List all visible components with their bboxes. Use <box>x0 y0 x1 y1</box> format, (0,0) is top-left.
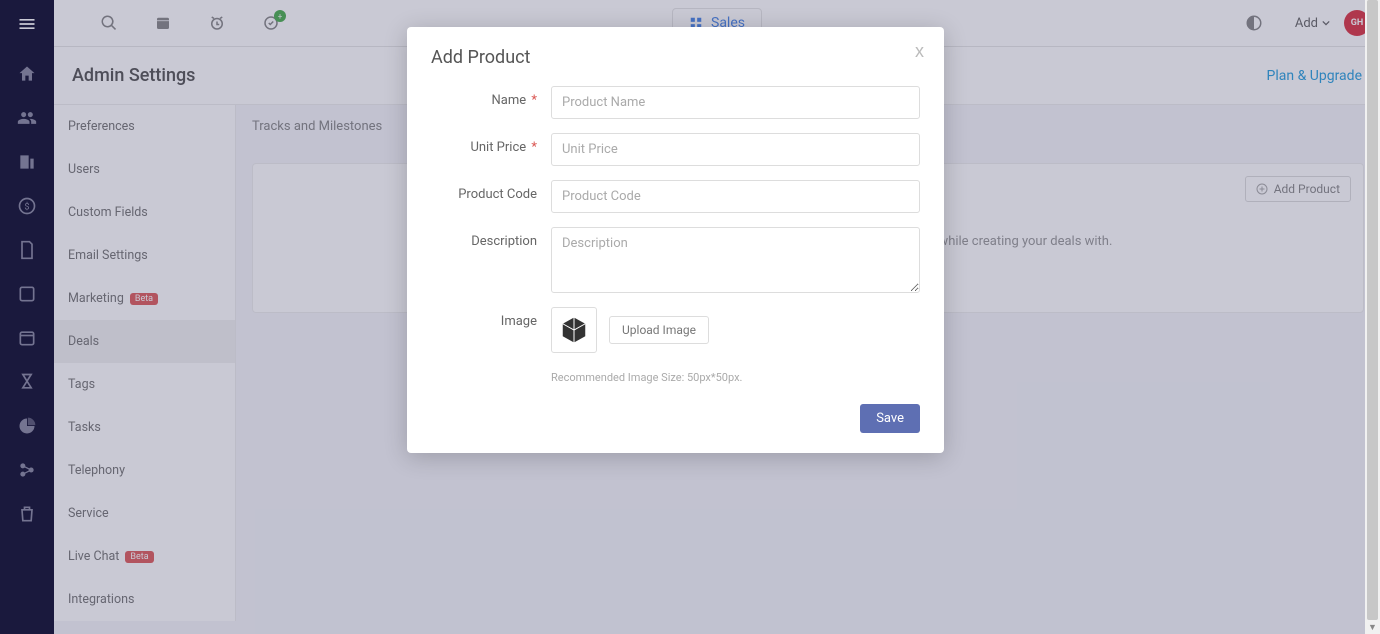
scrollbar[interactable]: ▼ <box>1365 0 1380 634</box>
name-input[interactable] <box>551 86 920 119</box>
unit-price-input[interactable] <box>551 133 920 166</box>
price-label: Unit Price * <box>431 133 551 155</box>
upload-image-button[interactable]: Upload Image <box>609 316 709 344</box>
code-label: Product Code <box>431 180 551 202</box>
product-code-input[interactable] <box>551 180 920 213</box>
image-note: Recommended Image Size: 50px*50px. <box>551 371 920 384</box>
description-input[interactable] <box>551 227 920 293</box>
modal-title: Add Product <box>431 47 920 68</box>
image-label: Image <box>431 307 551 329</box>
cube-icon <box>559 315 589 345</box>
add-product-modal: Add Product x Name * Unit Price * Produc… <box>407 27 944 453</box>
scrollbar-down-icon[interactable]: ▼ <box>1365 620 1380 634</box>
save-button[interactable]: Save <box>860 404 920 433</box>
close-icon[interactable]: x <box>915 41 924 62</box>
description-label: Description <box>431 227 551 249</box>
name-label: Name * <box>431 86 551 108</box>
scrollbar-thumb[interactable] <box>1367 0 1378 620</box>
image-thumbnail <box>551 307 597 353</box>
